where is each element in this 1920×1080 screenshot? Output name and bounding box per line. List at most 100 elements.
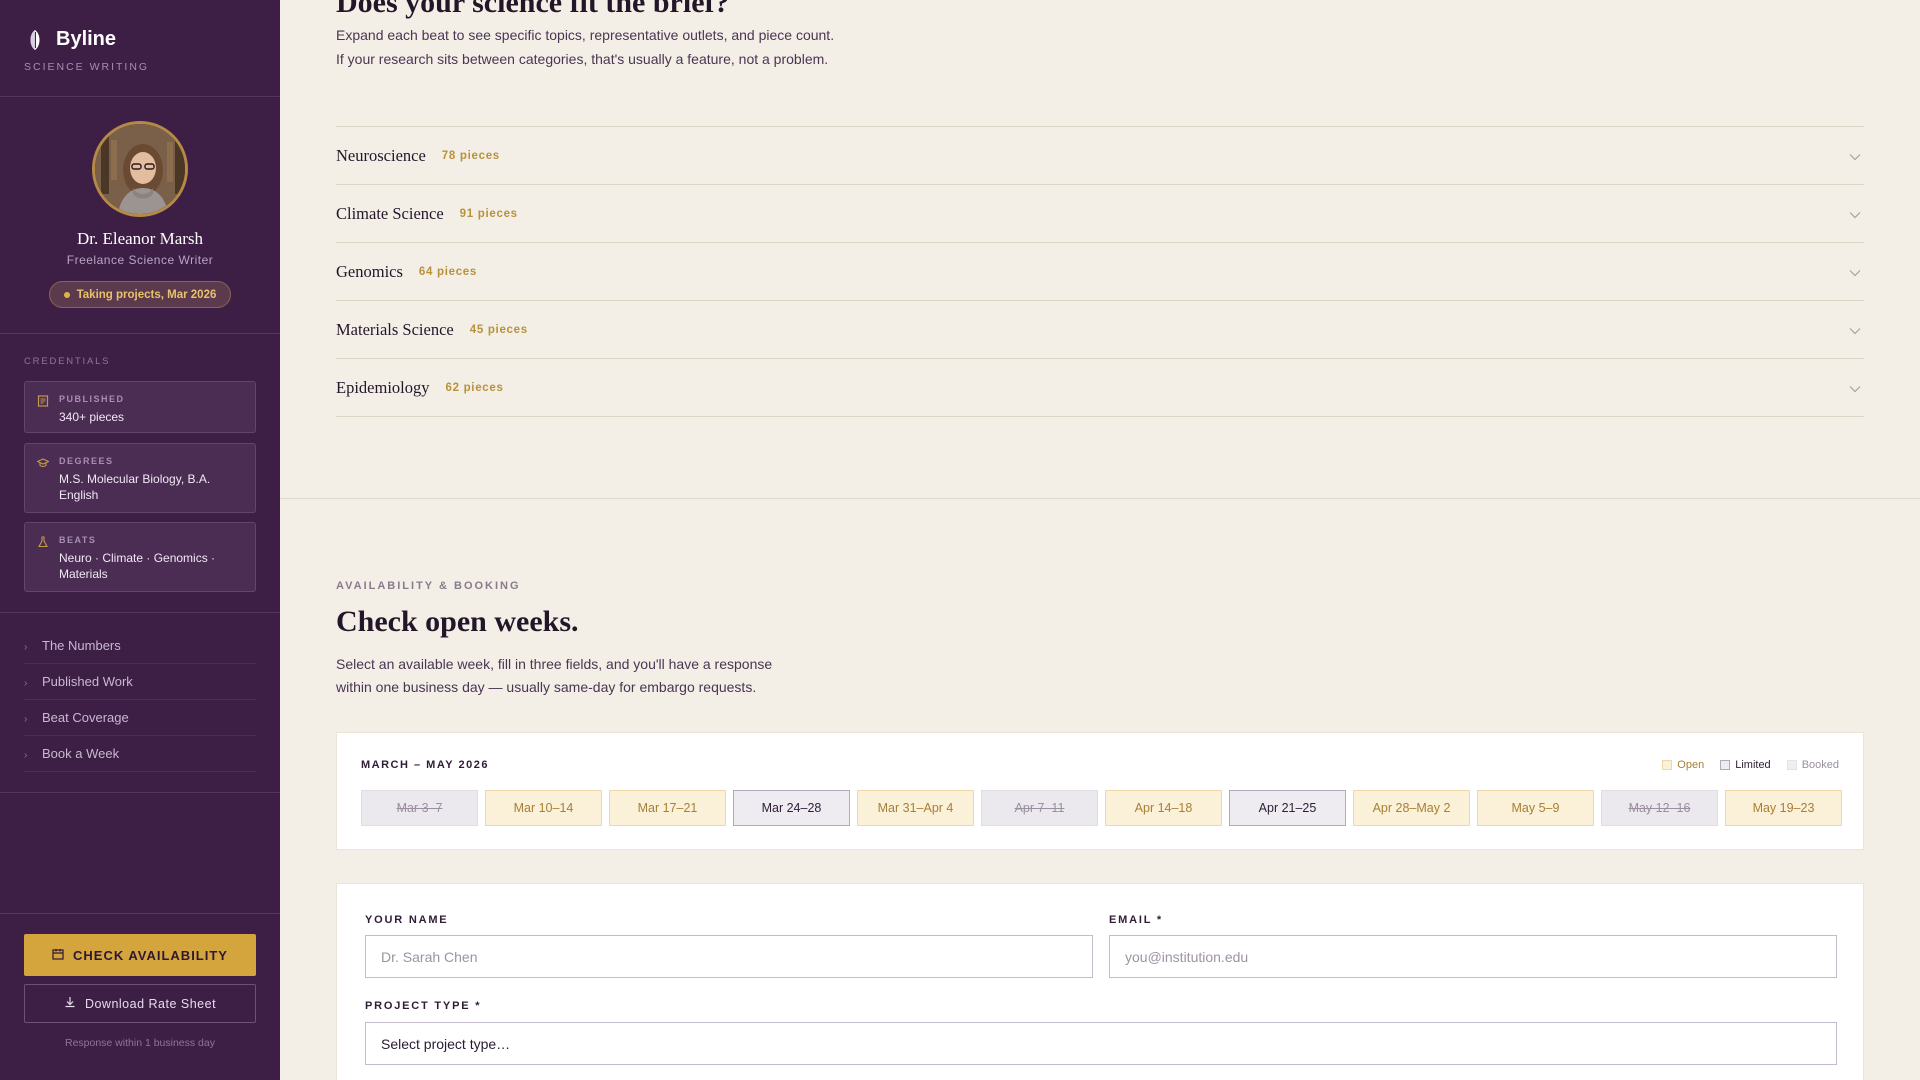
beat-row-climate-science[interactable]: Climate Science 91 pieces (336, 185, 1864, 243)
flask-icon (37, 535, 49, 548)
divider (0, 612, 280, 613)
status-text: Taking projects, Mar 2026 (76, 288, 217, 301)
legend-label: Limited (1735, 759, 1771, 771)
chevron-down-icon (1848, 265, 1862, 277)
leaf-logo-icon (24, 29, 46, 51)
name-input[interactable] (365, 935, 1093, 978)
chevron-down-icon (1848, 381, 1862, 393)
beat-count: 45 pieces (469, 323, 528, 336)
week-button-booked: Mar 3–7 (361, 790, 478, 826)
credential-title: BEATS (59, 535, 97, 545)
availability-calendar: MARCH – MAY 2026 Open Limited Booked Mar… (336, 732, 1864, 850)
credential-title: PUBLISHED (59, 394, 125, 404)
sidebar-item-label: The Numbers (42, 638, 121, 653)
legend-swatch-open (1662, 760, 1673, 770)
credentials-label: CREDENTIALS (24, 356, 111, 367)
sidebar-nav: › The Numbers › Published Work › Beat Co… (24, 628, 256, 772)
project-type-value: Select project type… (381, 1035, 511, 1052)
week-button-open[interactable]: Apr 28–May 2 (1353, 790, 1470, 826)
calendar-icon (52, 948, 64, 963)
beat-count: 78 pieces (441, 149, 500, 162)
credential-value: 340+ pieces (59, 410, 125, 424)
beats-section-title: Does your science fit the brief? (336, 0, 730, 19)
sidebar-item-published-work[interactable]: › Published Work (24, 664, 256, 700)
credential-beats: BEATS Neuro · Climate · Genomics · Mater… (24, 522, 256, 592)
credential-degrees: DEGREES M.S. Molecular Biology, B.A. Eng… (24, 443, 256, 513)
credential-value: Neuro · Climate · Genomics · Materials (59, 551, 216, 581)
name-label: YOUR NAME (365, 914, 449, 926)
chevron-right-icon: › (24, 641, 28, 653)
legend-booked: Booked (1786, 759, 1839, 771)
beat-name: Genomics (336, 261, 403, 281)
beats-accordion: Neuroscience 78 pieces Climate Science 9… (336, 126, 1864, 417)
graduation-cap-icon (36, 456, 50, 468)
chevron-right-icon: › (24, 749, 28, 761)
avatar (92, 121, 188, 217)
main-content: Does your science fit the brief? Expand … (280, 0, 1920, 1080)
beat-count: 91 pieces (459, 207, 518, 220)
beats-intro: Expand each beat to see specific topics,… (336, 27, 835, 67)
booking-eyebrow: AVAILABILITY & BOOKING (336, 580, 521, 592)
divider (0, 913, 280, 914)
credential-published: PUBLISHED 340+ pieces (24, 381, 256, 433)
legend-swatch-booked (1786, 760, 1797, 770)
availability-status-badge: Taking projects, Mar 2026 (49, 281, 231, 308)
sidebar-item-beat-coverage[interactable]: › Beat Coverage (24, 700, 256, 736)
divider (0, 792, 280, 793)
credential-value: M.S. Molecular Biology, B.A. English (59, 472, 211, 502)
beat-row-materials-science[interactable]: Materials Science 45 pieces (336, 301, 1864, 359)
email-label: EMAIL * (1109, 914, 1163, 926)
calendar-legend: Open Limited Booked (1662, 759, 1839, 771)
project-type-select[interactable]: Select project type… (365, 1022, 1837, 1065)
profile-role: Freelance Science Writer (66, 253, 214, 267)
download-label: Download Rate Sheet (84, 996, 217, 1011)
status-dot-icon (63, 291, 70, 298)
credential-title: DEGREES (59, 456, 114, 466)
email-input[interactable] (1109, 935, 1837, 978)
booking-description: Select an available week, fill in three … (336, 656, 773, 695)
download-rate-sheet-button[interactable]: Download Rate Sheet (24, 984, 256, 1023)
beat-count: 64 pieces (418, 265, 477, 278)
chevron-right-icon: › (24, 713, 28, 725)
week-button-open[interactable]: Mar 31–Apr 4 (857, 790, 974, 826)
week-button-open[interactable]: Apr 14–18 (1105, 790, 1222, 826)
calendar-range: MARCH – MAY 2026 (361, 759, 489, 771)
chevron-down-icon (1848, 323, 1862, 335)
brand[interactable]: Byline (24, 28, 116, 51)
project-type-label: PROJECT TYPE * (365, 1000, 482, 1012)
sidebar-item-the-numbers[interactable]: › The Numbers (24, 628, 256, 664)
download-icon (64, 996, 76, 1011)
week-button-open[interactable]: Mar 17–21 (609, 790, 726, 826)
beat-count: 62 pieces (445, 381, 504, 394)
week-button-open[interactable]: Mar 10–14 (485, 790, 602, 826)
divider (0, 96, 280, 97)
beat-row-genomics[interactable]: Genomics 64 pieces (336, 243, 1864, 301)
booking-form: YOUR NAME EMAIL * PROJECT TYPE * Select … (336, 883, 1864, 1080)
sidebar-item-book-a-week[interactable]: › Book a Week (24, 736, 256, 772)
beat-name: Climate Science (336, 203, 444, 223)
sidebar-item-label: Published Work (42, 674, 133, 689)
week-button-open[interactable]: May 5–9 (1477, 790, 1594, 826)
beat-row-neuroscience[interactable]: Neuroscience 78 pieces (336, 127, 1864, 185)
week-button-booked: Apr 7–11 (981, 790, 1098, 826)
sidebar-item-label: Book a Week (42, 746, 120, 761)
sidebar: Byline SCIENCE WRITING Dr. Eleanor Marsh… (0, 0, 280, 1080)
legend-label: Booked (1801, 759, 1839, 771)
sidebar-item-label: Beat Coverage (42, 710, 129, 725)
chevron-down-icon (1848, 149, 1862, 161)
week-button-open[interactable]: May 19–23 (1725, 790, 1842, 826)
week-button-limited[interactable]: Apr 21–25 (1229, 790, 1346, 826)
check-availability-label: CHECK AVAILABILITY (73, 947, 228, 963)
legend-label: Open (1677, 759, 1705, 771)
week-button-limited[interactable]: Mar 24–28 (733, 790, 850, 826)
week-grid: Mar 3–7 Mar 10–14 Mar 17–21 Mar 24–28 Mar 31… (361, 790, 1842, 826)
chevron-right-icon: › (24, 677, 28, 689)
brand-subtitle: SCIENCE WRITING (24, 61, 150, 73)
profile-name: Dr. Eleanor Marsh (76, 229, 204, 248)
response-note: Response within 1 business day (64, 1037, 215, 1049)
check-availability-button[interactable]: CHECK AVAILABILITY (24, 934, 256, 976)
legend-limited: Limited (1720, 759, 1771, 771)
legend-open: Open (1662, 759, 1704, 771)
brand-name: Byline (56, 28, 117, 50)
beat-row-epidemiology[interactable]: Epidemiology 62 pieces (336, 359, 1864, 417)
